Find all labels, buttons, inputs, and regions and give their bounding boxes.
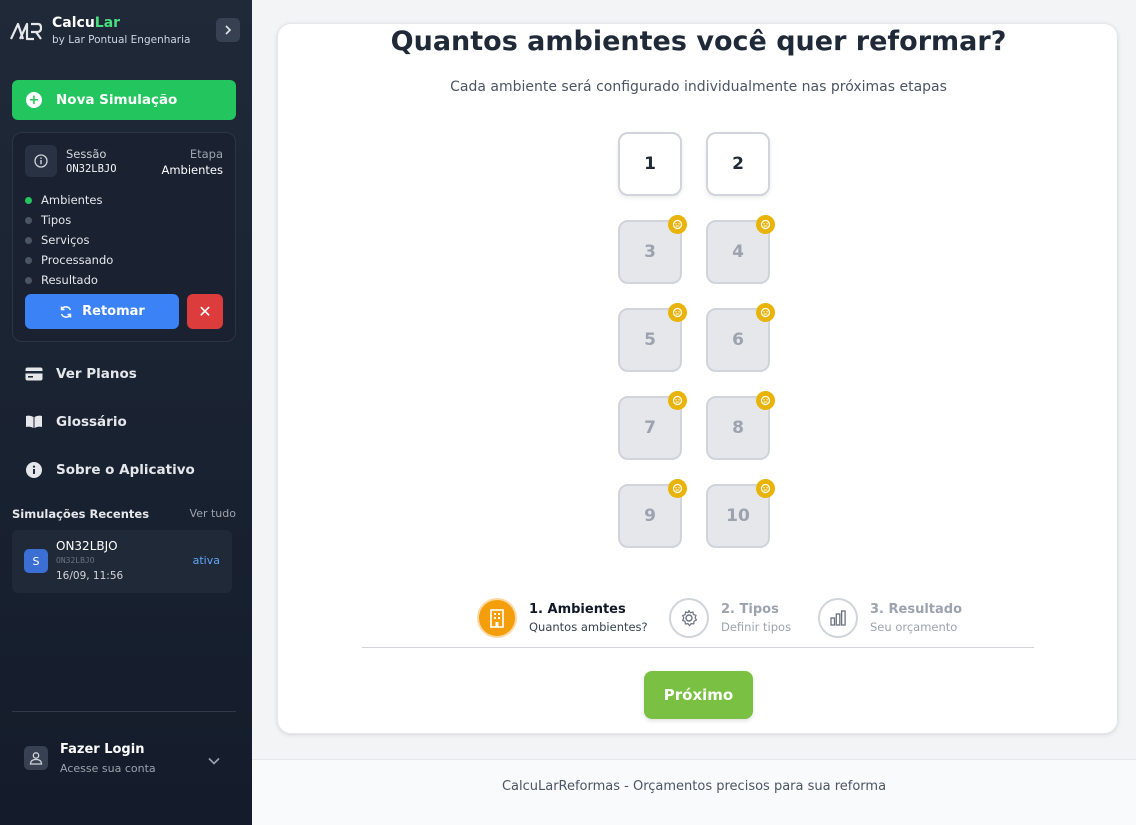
page-subtitle: Cada ambiente será configurado individua…	[450, 79, 947, 95]
book-icon	[24, 412, 44, 432]
recent-code: ON32LBJO	[56, 556, 95, 565]
info-icon	[24, 460, 44, 480]
building-icon	[477, 598, 517, 638]
close-session-button[interactable]: ✕	[187, 294, 223, 329]
resume-label: Retomar	[82, 304, 145, 319]
progress-step-title: 3. Resultado	[870, 601, 963, 617]
progress-step-subtitle: Definir tipos	[721, 619, 792, 634]
new-simulation-button[interactable]: + Nova Simulação	[12, 80, 236, 120]
premium-badge-icon	[668, 391, 687, 410]
session-step: Resultado	[25, 270, 113, 290]
main-card: Quantos ambientes você quer reformar? Ca…	[277, 23, 1118, 734]
login-button[interactable]: Fazer Login	[60, 742, 144, 757]
close-icon: ✕	[198, 302, 212, 321]
sidebar: CalcuLar by Lar Pontual Engenharia + Nov…	[0, 0, 252, 825]
session-step: Tipos	[25, 210, 113, 230]
avatar: S	[24, 549, 48, 573]
view-all-link[interactable]: Ver tudo	[190, 507, 236, 520]
session-step: Ambientes	[25, 190, 113, 210]
room-count-option-locked[interactable]: 4	[706, 215, 775, 284]
page-title: Quantos ambientes você quer reformar?	[390, 26, 1007, 57]
premium-badge-icon	[756, 391, 775, 410]
progress-step-ambientes: 1. Ambientes Quantos ambientes?	[477, 598, 648, 638]
session-steps: Ambientes Tipos Serviços Processando Res…	[25, 190, 113, 290]
session-label: Sessão	[66, 147, 107, 161]
brand-name: CalcuLar	[52, 15, 121, 31]
credit-card-icon	[24, 364, 44, 384]
session-step: Processando	[25, 250, 113, 270]
premium-badge-icon	[756, 215, 775, 234]
progress-step-resultado: 3. Resultado Seu orçamento	[818, 598, 962, 638]
footer: CalcuLarReformas - Orçamentos precisos p…	[252, 759, 1136, 825]
new-simulation-label: Nova Simulação	[56, 92, 178, 108]
room-count-option-locked[interactable]: 8	[706, 391, 775, 460]
brand-subtitle: by Lar Pontual Engenharia	[52, 34, 191, 46]
chevron-down-icon[interactable]	[207, 751, 221, 770]
premium-badge-icon	[668, 303, 687, 322]
recent-simulation-item[interactable]: S ON32LBJO ON32LBJO 16/09, 11:56 ativa	[12, 530, 232, 593]
room-count-option[interactable]: 2	[706, 132, 770, 196]
premium-badge-icon	[756, 303, 775, 322]
status-dot	[25, 196, 32, 204]
room-count-option-locked[interactable]: 5	[618, 303, 687, 372]
session-step: Serviços	[25, 230, 113, 250]
recent-name: ON32LBJO	[56, 539, 118, 553]
plus-circle-icon: +	[26, 92, 42, 108]
nav-label: Sobre o Aplicativo	[56, 462, 195, 478]
status-badge: ativa	[192, 554, 220, 567]
premium-badge-icon	[668, 479, 687, 498]
stage-label: Etapa	[189, 147, 223, 161]
status-dot	[25, 256, 32, 264]
divider	[362, 647, 1034, 648]
chevron-right-icon	[225, 25, 232, 35]
room-count-option-locked[interactable]: 3	[618, 215, 687, 284]
status-dot	[25, 276, 32, 284]
info-icon	[25, 145, 57, 177]
room-count-option-locked[interactable]: 9	[618, 479, 687, 548]
room-count-option-locked[interactable]: 7	[618, 391, 687, 460]
session-card: Sessão ON32LBJO Etapa Ambientes Ambiente…	[12, 132, 236, 342]
refresh-icon	[60, 305, 72, 318]
progress-step-title: 1. Ambientes	[529, 601, 626, 617]
bar-chart-icon	[818, 598, 858, 638]
progress-step-subtitle: Seu orçamento	[870, 619, 958, 634]
stage-value: Ambientes	[161, 163, 223, 177]
next-button[interactable]: Próximo	[644, 671, 753, 719]
resume-button[interactable]: Retomar	[25, 294, 179, 329]
brand[interactable]: CalcuLar by Lar Pontual Engenharia	[10, 14, 190, 48]
progress-step-title: 2. Tipos	[721, 601, 779, 617]
progress-step-tipos: 2. Tipos Definir tipos	[669, 598, 791, 638]
premium-badge-icon	[668, 215, 687, 234]
room-count-option-locked[interactable]: 6	[706, 303, 775, 372]
room-count-option-locked[interactable]: 10	[706, 479, 775, 548]
gear-icon	[669, 598, 709, 638]
nav-item-about[interactable]: Sobre o Aplicativo	[24, 458, 195, 482]
divider	[12, 711, 236, 712]
nav-label: Ver Planos	[56, 366, 137, 382]
user-icon	[24, 746, 48, 770]
login-subtitle: Acesse sua conta	[60, 762, 156, 775]
footer-text: CalcuLarReformas - Orçamentos precisos p…	[501, 779, 887, 794]
progress-step-subtitle: Quantos ambientes?	[529, 619, 648, 634]
recent-title: Simulações Recentes	[12, 507, 150, 521]
premium-badge-icon	[756, 479, 775, 498]
status-dot	[25, 216, 32, 224]
nav-item-glossary[interactable]: Glossário	[24, 410, 127, 434]
nav-label: Glossário	[56, 414, 127, 430]
logo-icon	[10, 22, 42, 41]
session-code: ON32LBJO	[66, 163, 117, 175]
collapse-sidebar-button[interactable]	[216, 18, 240, 42]
recent-date: 16/09, 11:56	[56, 570, 124, 582]
room-count-option[interactable]: 1	[618, 132, 682, 196]
nav-item-plans[interactable]: Ver Planos	[24, 362, 137, 386]
status-dot	[25, 236, 32, 244]
